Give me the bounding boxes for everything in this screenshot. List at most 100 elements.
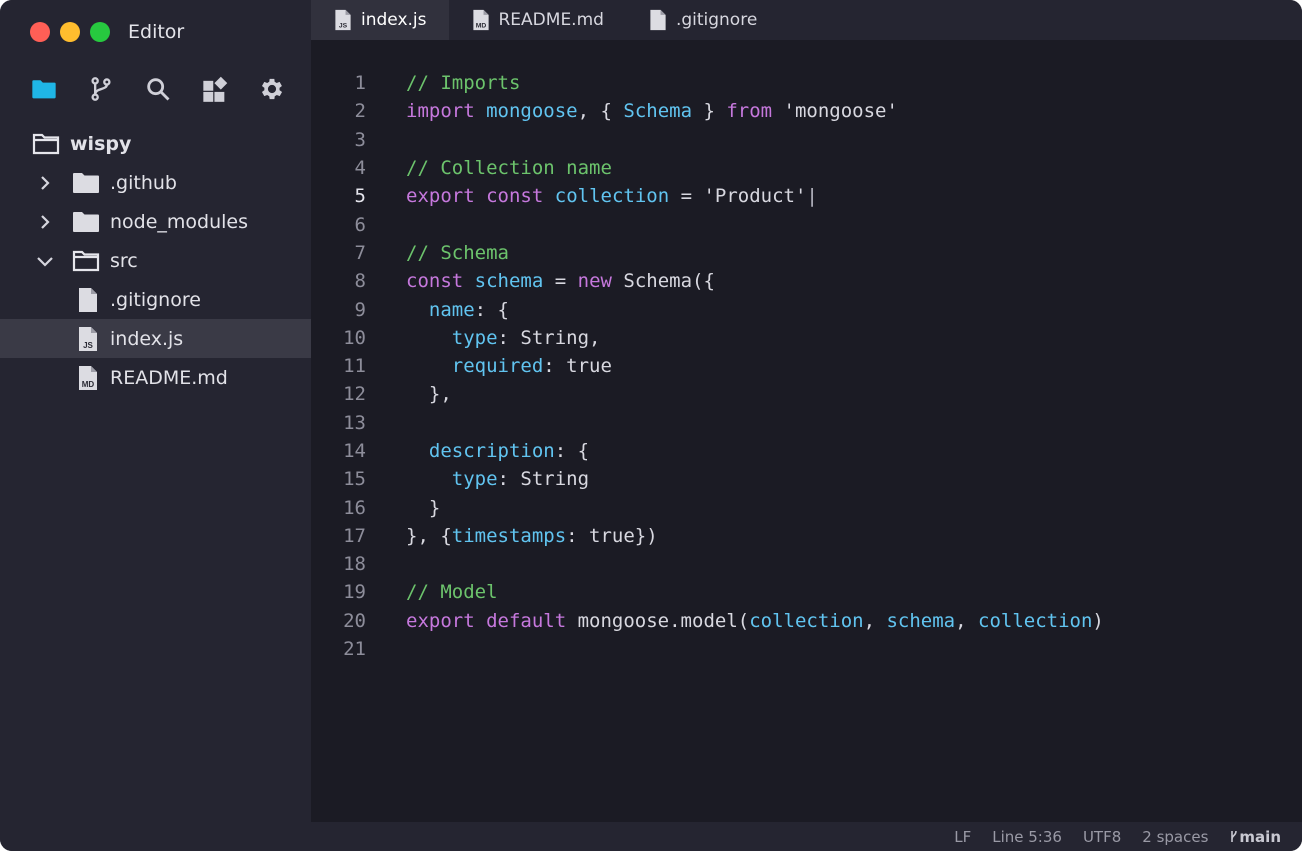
status-bar: LF Line 5:36 UTF8 2 spaces main [311, 822, 1302, 851]
code-line: 16 } [311, 493, 1302, 521]
settings-button[interactable] [258, 74, 286, 104]
markdown-file-icon: MD [472, 9, 489, 31]
code-text: : true}) [566, 524, 658, 547]
code-identifier: schema [886, 609, 956, 632]
code-area[interactable]: 1 // Imports 2 import mongoose, { Schema… [311, 69, 1302, 663]
indentation-indicator[interactable]: 2 spaces [1142, 828, 1208, 846]
encoding-indicator[interactable]: UTF8 [1083, 828, 1121, 846]
line-number: 14 [343, 440, 366, 462]
tab-label: README.md [498, 10, 604, 30]
code-comment: // Collection name [406, 157, 612, 180]
svg-text:MD: MD [82, 380, 95, 389]
code-line: 12 }, [311, 380, 1302, 408]
code-comment: // Schema [406, 241, 509, 264]
tab-label: .gitignore [675, 10, 758, 30]
chevron-right-icon [41, 214, 50, 229]
tree-item-src[interactable]: src [0, 241, 311, 280]
chevron-right-icon [41, 175, 50, 190]
tree-item-index-js[interactable]: JS index.js [0, 319, 311, 358]
explorer-root[interactable]: wispy [0, 124, 311, 163]
tab-readme[interactable]: MD README.md [449, 0, 626, 40]
code-text: : { [474, 298, 509, 321]
activity-bar [30, 74, 286, 104]
line-number: 5 [354, 185, 366, 208]
text-cursor: | [806, 185, 818, 208]
code-line: 15 type: String [311, 465, 1302, 493]
code-identifier: collection [554, 185, 670, 208]
folder-icon [73, 172, 99, 193]
explorer-button[interactable] [30, 74, 58, 104]
code-line-current: 5 export const collection = 'Product'| [311, 182, 1302, 210]
code-text: : String [497, 468, 590, 491]
search-button[interactable] [144, 74, 172, 104]
app-title: Editor [128, 21, 185, 43]
line-number: 18 [343, 553, 366, 576]
extensions-button[interactable] [201, 74, 229, 104]
line-number: 8 [354, 270, 366, 293]
file-explorer: wispy .github node_modules src .gitignor… [0, 124, 311, 397]
line-ending-indicator[interactable]: LF [954, 828, 971, 846]
line-number: 15 [343, 468, 366, 491]
tab-bar: JS index.js MD README.md .gitignore [311, 0, 1302, 40]
js-file-icon: JS [79, 326, 97, 351]
search-icon [147, 78, 170, 101]
tab-label: index.js [361, 10, 427, 30]
line-number: 21 [343, 638, 366, 661]
code-editor[interactable]: 1 // Imports 2 import mongoose, { Schema… [311, 40, 1302, 822]
code-identifier: required [451, 355, 544, 378]
gear-icon [261, 78, 283, 100]
code-keyword: const [486, 185, 544, 208]
line-number: 7 [354, 241, 366, 264]
folder-icon [32, 80, 56, 99]
code-string: 'mongoose' [772, 100, 898, 123]
js-file-icon: JS [335, 9, 351, 31]
svg-text:MD: MD [475, 23, 486, 30]
source-control-icon [91, 77, 111, 101]
code-text: ) [1092, 609, 1104, 632]
line-number: 3 [354, 128, 366, 151]
extensions-icon [203, 76, 228, 102]
tree-item-label: src [110, 249, 138, 272]
code-line: 2 import mongoose, { Schema } from 'mong… [311, 97, 1302, 125]
code-line: 10 type: String, [311, 324, 1302, 352]
code-comment: // Model [406, 581, 498, 604]
code-line: 4 // Collection name [311, 154, 1302, 182]
code-identifier: schema [474, 270, 544, 293]
line-number: 4 [354, 157, 366, 180]
code-text: : true [543, 355, 612, 378]
line-number: 17 [343, 524, 366, 547]
tree-item-github[interactable]: .github [0, 163, 311, 202]
code-line: 6 [311, 210, 1302, 238]
code-text: }, { [406, 524, 452, 547]
line-number: 13 [343, 411, 366, 434]
code-keyword: new [577, 270, 612, 293]
code-line: 20 export default mongoose.model(collect… [311, 607, 1302, 635]
folder-open-icon [72, 250, 100, 271]
file-icon [650, 9, 666, 31]
tree-item-gitignore[interactable]: .gitignore [0, 280, 311, 319]
code-keyword: const [406, 270, 464, 293]
tree-item-readme[interactable]: MD README.md [0, 358, 311, 397]
minimize-window-button[interactable] [60, 22, 80, 42]
code-line: 3 [311, 126, 1302, 154]
window-controls [30, 22, 110, 42]
code-text: mongoose.model( [566, 609, 750, 632]
line-number: 9 [354, 298, 366, 321]
code-identifier: mongoose [486, 100, 578, 123]
code-identifier: name [428, 298, 475, 321]
source-control-button[interactable] [87, 74, 115, 104]
cursor-position-indicator[interactable]: Line 5:36 [992, 828, 1062, 846]
tree-item-node-modules[interactable]: node_modules [0, 202, 311, 241]
tab-index-js[interactable]: JS index.js [311, 0, 449, 40]
folder-icon [73, 211, 99, 232]
tab-gitignore[interactable]: .gitignore [626, 0, 779, 40]
maximize-window-button[interactable] [90, 22, 110, 42]
close-window-button[interactable] [30, 22, 50, 42]
code-line: 14 description: { [311, 437, 1302, 465]
line-number: 16 [343, 496, 366, 519]
git-branch-indicator[interactable]: main [1229, 828, 1281, 846]
